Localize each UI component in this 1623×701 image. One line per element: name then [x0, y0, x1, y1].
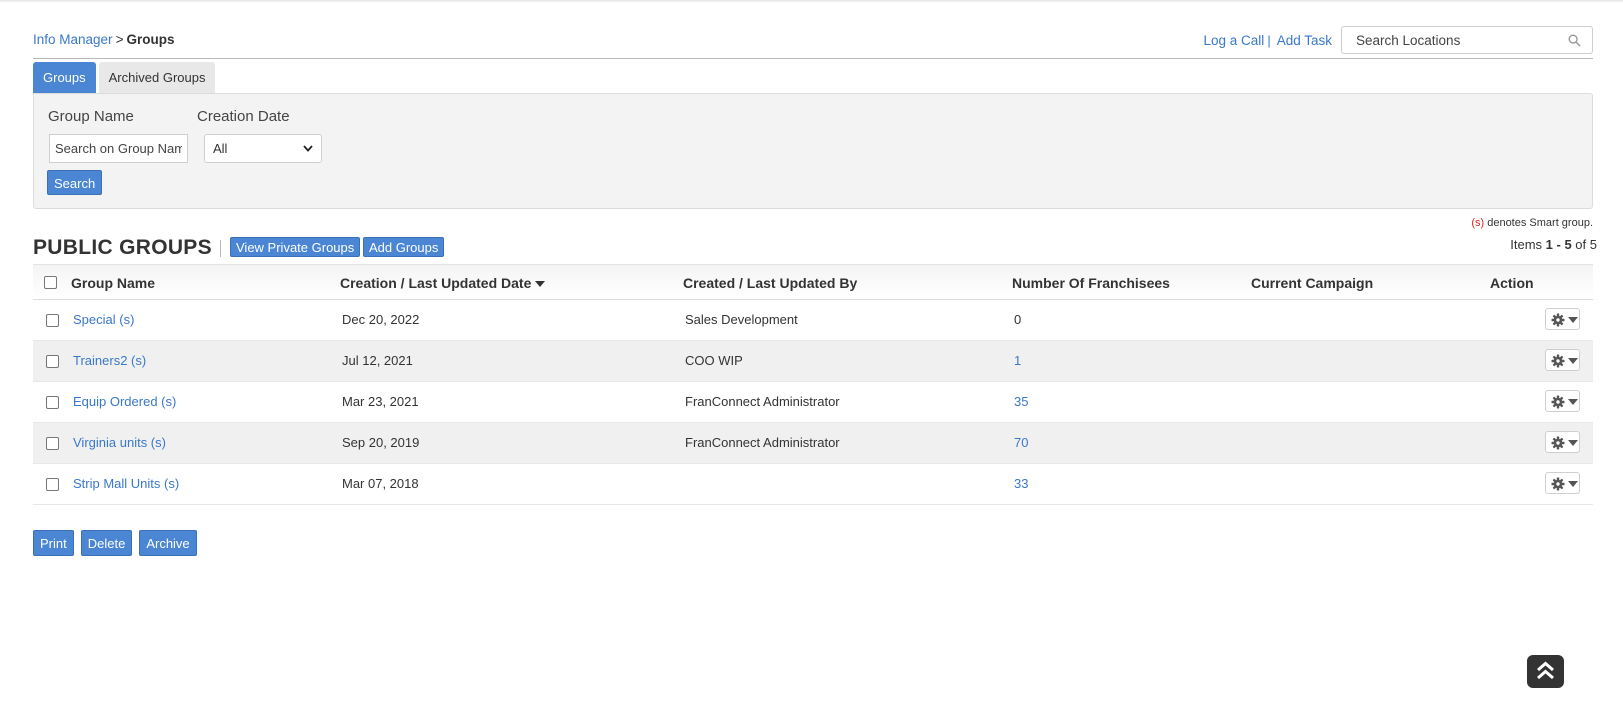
table-header: Group Name Creation / Last Updated Date … [33, 264, 1593, 300]
row-date: Mar 23, 2021 [342, 394, 419, 409]
tab-bar: Groups Archived Groups [33, 62, 218, 93]
smart-marker: (s) [1471, 217, 1485, 229]
caret-down-icon [1568, 440, 1578, 446]
page-header: Info Manager > Groups Log a Call | Add Tas… [33, 24, 1593, 59]
row-checkbox[interactable] [46, 314, 59, 327]
group-name-link[interactable]: Equip Ordered (s) [73, 394, 176, 409]
row-checkbox[interactable] [46, 355, 59, 368]
header-campaign: Current Campaign [1251, 275, 1374, 291]
top-shadow [0, 0, 1623, 3]
gear-icon [1551, 354, 1565, 368]
row-action-menu[interactable] [1545, 308, 1580, 330]
group-name-link[interactable]: Virginia units (s) [73, 435, 166, 450]
breadcrumb-separator: > [115, 32, 124, 47]
search-locations-input[interactable] [1342, 27, 1592, 53]
row-action-menu[interactable] [1545, 390, 1580, 412]
header-franchisees[interactable]: Number Of Franchisees [1012, 275, 1170, 291]
gear-icon [1551, 436, 1565, 450]
add-groups-button[interactable]: Add Groups [363, 237, 445, 257]
header-action: Action [1490, 275, 1534, 291]
title-divider [220, 240, 221, 257]
delete-button[interactable]: Delete [80, 530, 133, 556]
table-row: Virginia units (s) Sep 20, 2019 FranConnec… [33, 423, 1593, 464]
row-date: Dec 20, 2022 [342, 312, 420, 327]
table-body: Special (s) Dec 20, 2022 Sales Development… [33, 300, 1593, 505]
caret-down-icon [1568, 481, 1578, 487]
gear-icon [1551, 313, 1565, 327]
groups-table: Group Name Creation / Last Updated Date … [33, 264, 1593, 505]
row-date: Sep 20, 2019 [342, 435, 420, 450]
search-button[interactable]: Search [47, 170, 103, 195]
select-all-checkbox[interactable] [44, 276, 57, 289]
filter-panel: Group Name Creation Date All Search [33, 93, 1593, 209]
smart-note-text: denotes Smart group. [1484, 217, 1593, 229]
view-private-groups-button[interactable]: View Private Groups [230, 237, 361, 257]
tab-groups[interactable]: Groups [33, 62, 96, 93]
row-created-by: COO WIP [685, 353, 743, 368]
chevron-down-icon [303, 145, 313, 152]
header-created-by[interactable]: Created / Last Updated By [683, 275, 857, 291]
row-date: Jul 12, 2021 [342, 353, 413, 368]
group-name-search-input[interactable] [49, 134, 188, 163]
row-checkbox[interactable] [46, 478, 59, 491]
items-of: of [1571, 237, 1590, 252]
add-task-link[interactable]: Add Task [1277, 33, 1332, 48]
row-created-by: Sales Development [685, 312, 798, 327]
print-button[interactable]: Print [33, 530, 74, 556]
row-created-by: FranConnect Administrator [685, 394, 840, 409]
row-checkbox[interactable] [46, 396, 59, 409]
group-name-link[interactable]: Trainers2 (s) [73, 353, 146, 368]
sort-desc-icon [535, 281, 546, 288]
tab-archived-groups[interactable]: Archived Groups [98, 62, 216, 93]
creation-date-value: All [213, 141, 228, 156]
table-row: Equip Ordered (s) Mar 23, 2021 FranConnect… [33, 382, 1593, 423]
items-count: Items 1 - 5 of 5 [1510, 237, 1597, 252]
header-pipe: | [1267, 32, 1271, 48]
row-checkbox[interactable] [46, 437, 59, 450]
caret-down-icon [1568, 399, 1578, 405]
breadcrumb: Info Manager > Groups [33, 32, 174, 47]
header-actions: Log a Call | Add Task [1204, 26, 1593, 54]
creation-date-select[interactable]: All [204, 134, 322, 163]
row-action-menu[interactable] [1545, 431, 1580, 453]
caret-down-icon [1568, 317, 1578, 323]
section-title: PUBLIC GROUPS [33, 236, 212, 259]
double-chevron-up-icon [1537, 661, 1554, 680]
gear-icon [1551, 395, 1565, 409]
log-call-link[interactable]: Log a Call [1204, 33, 1265, 48]
franchisee-count-link[interactable]: 33 [1014, 476, 1028, 491]
creation-date-label: Creation Date [197, 108, 290, 125]
franchisee-count-link[interactable]: 70 [1014, 435, 1028, 450]
table-row: Trainers2 (s) Jul 12, 2021 COO WIP 1 [33, 341, 1593, 382]
search-locations-box [1341, 26, 1593, 54]
caret-down-icon [1568, 358, 1578, 364]
group-name-link[interactable]: Special (s) [73, 312, 134, 327]
franchisee-count-link[interactable]: 1 [1014, 353, 1021, 368]
table-row: Special (s) Dec 20, 2022 Sales Development… [33, 300, 1593, 341]
search-icon[interactable] [1568, 34, 1581, 47]
items-prefix: Items [1510, 237, 1546, 252]
header-group-name[interactable]: Group Name [71, 275, 155, 291]
table-row: Strip Mall Units (s) Mar 07, 2018 33 [33, 464, 1593, 505]
smart-group-note: (s) denotes Smart group. [1471, 217, 1593, 229]
row-action-menu[interactable] [1545, 349, 1580, 371]
breadcrumb-info-manager[interactable]: Info Manager [33, 32, 113, 47]
header-date-sortable[interactable]: Creation / Last Updated Date [340, 275, 546, 291]
franchisee-count-link[interactable]: 35 [1014, 394, 1028, 409]
breadcrumb-current: Groups [126, 32, 175, 47]
scroll-to-top-button[interactable] [1527, 655, 1564, 688]
row-date: Mar 07, 2018 [342, 476, 419, 491]
archive-button[interactable]: Archive [139, 530, 197, 556]
group-name-label: Group Name [48, 108, 134, 125]
franchisee-count: 0 [1014, 312, 1022, 327]
items-range: 1 - 5 [1545, 237, 1572, 252]
header-date: Creation / Last Updated Date [340, 275, 532, 291]
group-name-link[interactable]: Strip Mall Units (s) [73, 476, 179, 491]
bulk-actions: Print Delete Archive [33, 530, 204, 556]
row-created-by: FranConnect Administrator [685, 435, 840, 450]
row-action-menu[interactable] [1545, 472, 1580, 494]
items-total: 5 [1589, 237, 1597, 252]
gear-icon [1551, 477, 1565, 491]
